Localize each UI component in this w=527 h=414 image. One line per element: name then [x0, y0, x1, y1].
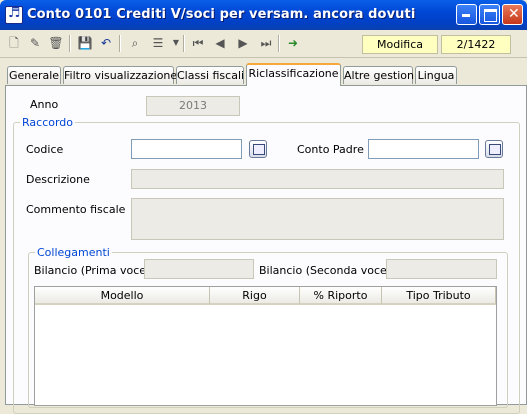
- column-header-tipo-tributo[interactable]: Tipo Tributo: [382, 287, 496, 305]
- bilancio-prima-voce-label: Bilancio (Prima voce): [34, 264, 151, 277]
- tab-generale[interactable]: Generale: [7, 66, 61, 84]
- chevron-down-icon[interactable]: ▼: [168, 35, 184, 51]
- next-record-icon[interactable]: ▶: [235, 35, 251, 51]
- descrizione-label: Descrizione: [26, 173, 90, 186]
- mode-status: Modifica: [362, 35, 438, 54]
- codice-input[interactable]: [131, 139, 242, 159]
- bilancio-seconda-voce-label: Bilancio (Seconda voce): [259, 264, 392, 277]
- new-document-icon[interactable]: 🗋: [6, 35, 22, 51]
- record-counter: 2/1422: [441, 35, 511, 54]
- tab-riclassificazione[interactable]: Riclassificazione: [246, 63, 341, 86]
- codice-label: Codice: [26, 143, 64, 156]
- save-icon[interactable]: 💾: [77, 35, 93, 51]
- codice-lookup-button[interactable]: [249, 140, 267, 158]
- undo-icon[interactable]: ↶: [98, 35, 114, 51]
- tab-lingua[interactable]: Lingua: [415, 66, 457, 84]
- import-icon[interactable]: ➜: [285, 35, 301, 51]
- column-header-riporto[interactable]: % Riporto: [300, 287, 382, 305]
- bilancio-seconda-voce-field: [386, 259, 497, 279]
- list-view-icon[interactable]: ☰: [150, 35, 166, 51]
- edit-document-icon[interactable]: ✎: [27, 35, 43, 51]
- title-bar: ♬ Conto 0101 Crediti V/soci per versam. …: [0, 0, 527, 30]
- delete-document-icon[interactable]: 🗑: [48, 35, 64, 51]
- commento-fiscale-field: [131, 198, 504, 240]
- descrizione-field: [131, 169, 504, 189]
- app-icon: ♬: [5, 5, 23, 24]
- tab-altre-gestioni[interactable]: Altre gestioni: [343, 66, 417, 84]
- tab-bar: Generale Filtro visualizzazione Classi f…: [0, 63, 527, 86]
- tab-classi-fiscali[interactable]: Classi fiscali: [176, 66, 244, 84]
- conto-padre-input[interactable]: [368, 139, 479, 159]
- column-header-rigo[interactable]: Rigo: [210, 287, 300, 305]
- window-title: Conto 0101 Crediti V/soci per versam. an…: [27, 7, 416, 22]
- binoculars-icon[interactable]: ⌕: [127, 35, 143, 51]
- anno-field: 2013: [146, 96, 240, 116]
- bilancio-prima-voce-field: [144, 259, 254, 279]
- close-button[interactable]: ✕: [502, 4, 523, 25]
- maximize-button[interactable]: [479, 4, 500, 25]
- last-record-icon[interactable]: ⏭: [258, 35, 274, 51]
- commento-fiscale-label: Commento fiscale: [26, 203, 126, 216]
- conto-padre-lookup-button[interactable]: [485, 140, 503, 158]
- collegamenti-grid[interactable]: Modello Rigo % Riporto Tipo Tributo: [34, 286, 497, 406]
- collegamenti-title: Collegamenti: [35, 246, 112, 259]
- first-record-icon[interactable]: ⏮: [190, 35, 206, 51]
- anno-label: Anno: [30, 98, 59, 111]
- toolbar: 🗋 ✎ 🗑 💾 ↶ ⌕ ☰ ▼ ⏮ ◀ ▶ ⏭ ➜ Modifica 2/142…: [0, 30, 527, 58]
- conto-padre-label: Conto Padre: [297, 143, 364, 156]
- previous-record-icon[interactable]: ◀: [212, 35, 228, 51]
- minimize-button[interactable]: [456, 4, 477, 25]
- raccordo-title: Raccordo: [20, 116, 76, 129]
- column-header-modello[interactable]: Modello: [35, 287, 210, 305]
- riclassificazione-panel: Anno 2013 Raccordo Codice Conto Padre De…: [5, 85, 527, 414]
- tab-filtro-visualizzazione[interactable]: Filtro visualizzazione: [63, 66, 177, 84]
